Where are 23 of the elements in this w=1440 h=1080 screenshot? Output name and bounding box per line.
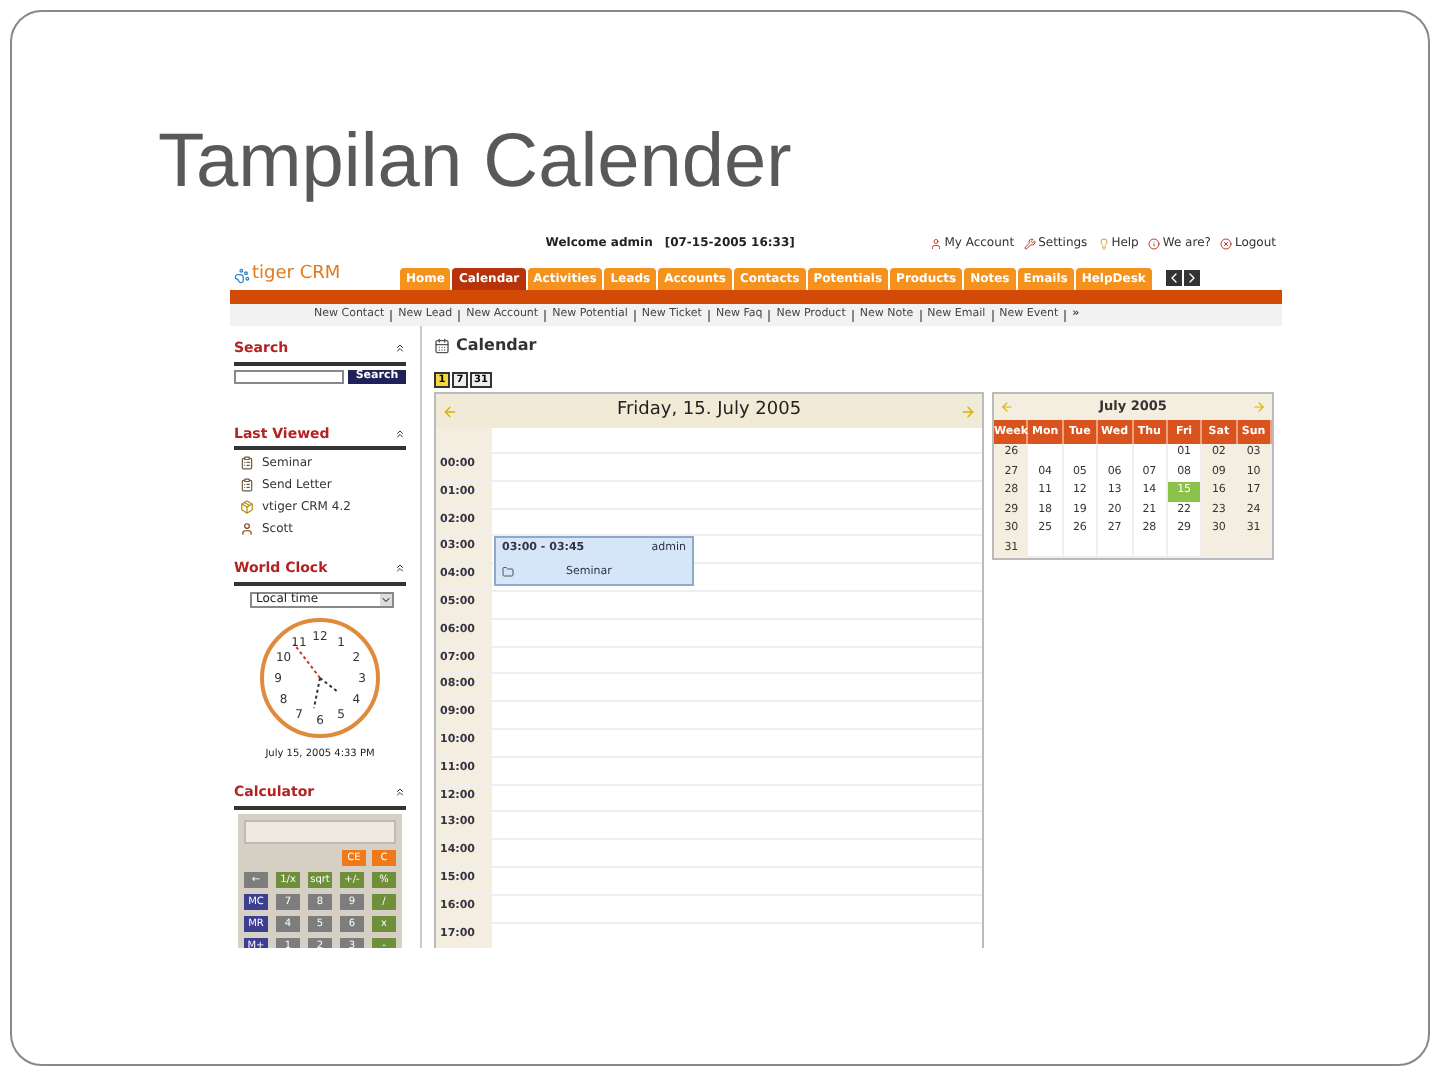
clipboard-icon [240,478,254,492]
collapse-icon[interactable] [394,342,406,355]
search-field[interactable] [234,369,344,383]
dropdown-icon [380,593,392,605]
person-icon [240,522,254,536]
paw-logo-icon [234,267,250,283]
logo-text: tiger CRM [252,261,341,288]
page-title: Calendar [456,334,537,358]
wrench-icon [1024,237,1037,249]
box-icon [240,500,254,514]
calendar-icon [434,338,450,354]
scroll-left-icon[interactable] [1165,270,1182,286]
clipboard-icon [240,456,254,470]
folder-icon [502,565,514,578]
collapse-icon[interactable] [394,786,406,799]
scroll-right-icon[interactable] [1183,270,1200,286]
close-circle-icon [1220,237,1233,249]
lightbulb-icon [1097,237,1110,249]
slide-title: Tampilan Calender [158,118,794,206]
day-title: Friday, 15. July 2005 [616,397,802,424]
person-icon [930,237,943,249]
info-icon [1148,237,1161,249]
collapse-icon[interactable] [394,562,406,575]
